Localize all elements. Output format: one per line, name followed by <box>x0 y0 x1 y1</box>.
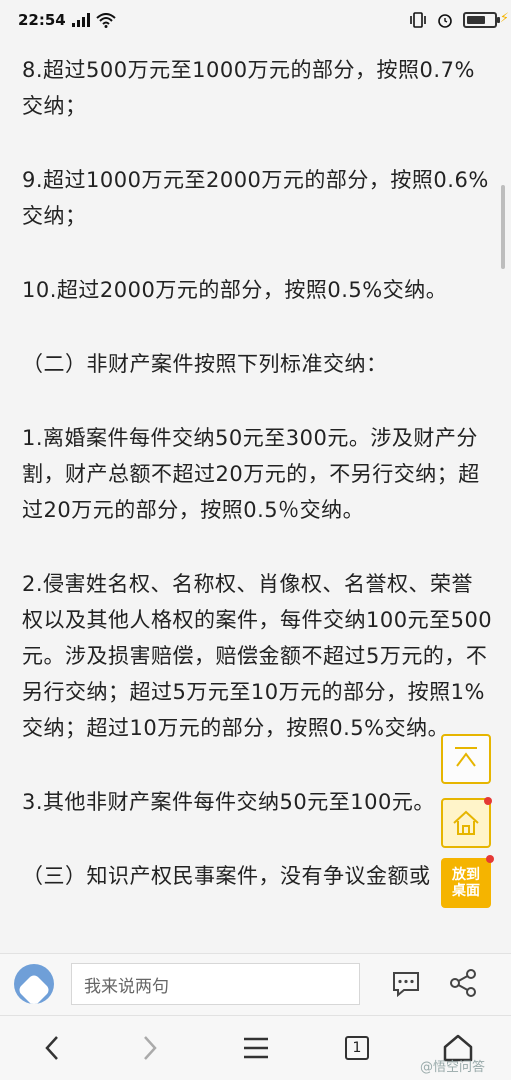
house-icon <box>453 810 479 835</box>
comment-bar: 我来说两句 <box>0 953 511 1015</box>
comment-placeholder: 我来说两句 <box>84 976 169 997</box>
article-paragraph: 9.超过1000万元至2000万元的部分，按照0.6%交纳； <box>22 168 489 228</box>
status-bar: 22:54 ⚡ <box>0 0 511 40</box>
scrollbar-thumb[interactable] <box>501 185 505 269</box>
article-paragraph: 2.侵害姓名权、名称权、肖像权、名誉权、荣誉权以及其他人格权的案件，每件交纳10… <box>22 572 493 740</box>
comment-input[interactable]: 我来说两句 <box>71 963 360 1005</box>
status-right: ⚡ <box>409 11 509 28</box>
watermark: @悟空问答 <box>420 1060 486 1075</box>
chevron-left-icon <box>45 1036 58 1060</box>
battery-icon: ⚡ <box>463 11 509 28</box>
article-paragraph: （二）非财产案件按照下列标准交纳： <box>22 352 388 376</box>
vibrate-icon <box>410 12 426 28</box>
wifi-icon <box>96 12 116 28</box>
forward-button[interactable] <box>130 1028 170 1068</box>
tab-count: 1 <box>345 1036 369 1060</box>
arrow-up-icon <box>455 747 477 767</box>
desktop-label-2: 桌面 <box>452 883 480 899</box>
home-button[interactable] <box>441 797 492 848</box>
article-body: 8.超过500万元至1000万元的部分，按照0.7%交纳； 9.超过1000万元… <box>22 40 494 932</box>
charging-icon: ⚡ <box>499 11 509 26</box>
desktop-label-1: 放到 <box>452 867 480 883</box>
notification-dot <box>486 855 494 863</box>
article-paragraph: 1.离婚案件每件交纳50元至300元。涉及财产分割，财产总额不超过20万元的，不… <box>22 426 480 522</box>
back-to-top-button[interactable] <box>441 734 491 784</box>
chevron-right-icon <box>144 1036 157 1060</box>
share-icon[interactable] <box>448 968 478 998</box>
back-button[interactable] <box>32 1028 72 1068</box>
menu-icon <box>244 1037 268 1059</box>
menu-button[interactable] <box>236 1028 276 1068</box>
clock: 22:54 <box>18 11 66 29</box>
status-left: 22:54 <box>18 11 116 29</box>
comment-icon[interactable] <box>392 971 420 997</box>
alarm-icon <box>438 14 452 28</box>
article-paragraph: 8.超过500万元至1000万元的部分，按照0.7%交纳； <box>22 58 475 118</box>
tabs-button[interactable]: 1 <box>337 1028 377 1068</box>
signal-icon <box>71 13 90 27</box>
article-paragraph: 10.超过2000万元的部分，按照0.5%交纳。 <box>22 278 448 302</box>
notification-dot <box>484 797 492 805</box>
article-paragraph: 3.其他非财产案件每件交纳50元至100元。 <box>22 790 435 814</box>
article-paragraph: （三）知识产权民事案件，没有争议金额或 <box>22 864 431 888</box>
add-to-desktop-button[interactable]: 放到 桌面 <box>441 855 494 908</box>
avatar[interactable] <box>14 964 54 1004</box>
